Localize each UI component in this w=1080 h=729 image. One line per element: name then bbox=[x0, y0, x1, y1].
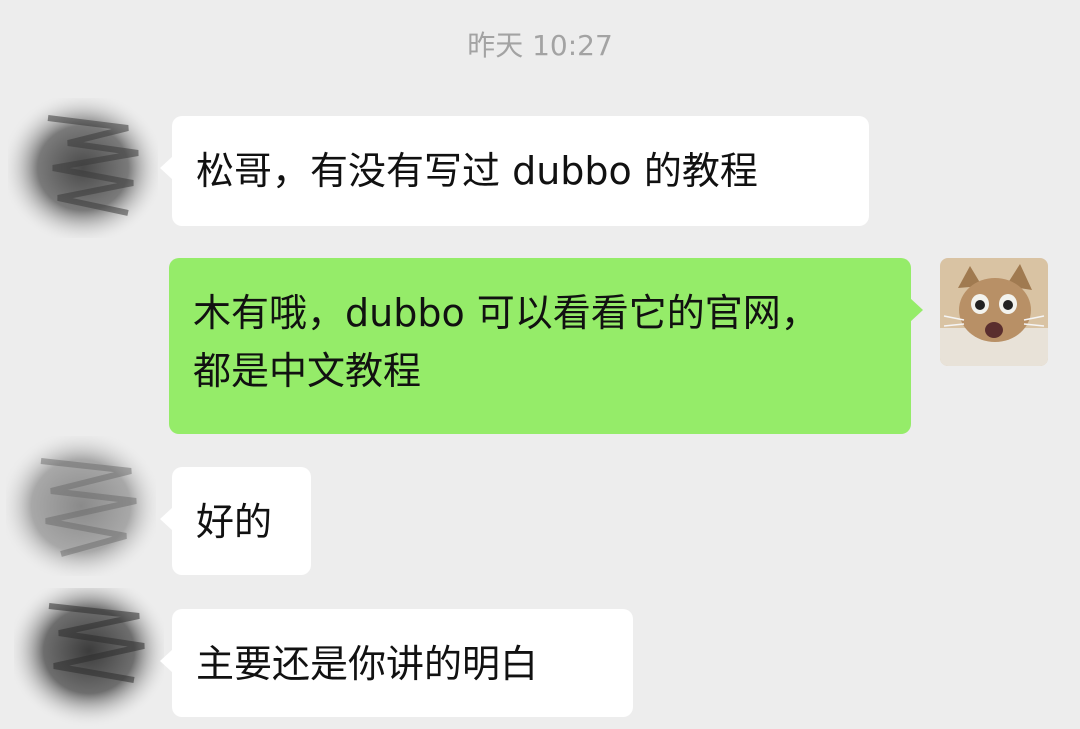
message-timestamp: 昨天 10:27 bbox=[467, 29, 613, 62]
message-text-line-1: 木有哦，dubbo 可以看看它的官网， bbox=[193, 291, 819, 335]
message-bubble-incoming[interactable]: 主要还是你讲的明白 bbox=[160, 609, 633, 717]
message-bubble-incoming[interactable]: 好的 bbox=[160, 467, 311, 575]
own-avatar-cat-icon[interactable] bbox=[940, 258, 1048, 366]
message-bubble-incoming[interactable]: 松哥，有没有写过 dubbo 的教程 bbox=[160, 116, 869, 226]
message-text: 主要还是你讲的明白 bbox=[196, 642, 539, 686]
contact-avatar-icon[interactable] bbox=[6, 436, 156, 576]
message-text: 好的 bbox=[196, 500, 273, 544]
contact-avatar-icon[interactable] bbox=[8, 98, 158, 238]
chat-view: 昨天 10:27 松哥，有没有写过 dubbo 的教程 木有哦，dubbo 可以… bbox=[0, 0, 1080, 729]
message-text: 松哥，有没有写过 dubbo 的教程 bbox=[196, 149, 758, 193]
message-text-line-2: 都是中文教程 bbox=[193, 349, 422, 393]
contact-avatar-icon[interactable] bbox=[14, 588, 164, 728]
message-bubble-outgoing[interactable]: 木有哦，dubbo 可以看看它的官网， 都是中文教程 bbox=[169, 258, 923, 434]
